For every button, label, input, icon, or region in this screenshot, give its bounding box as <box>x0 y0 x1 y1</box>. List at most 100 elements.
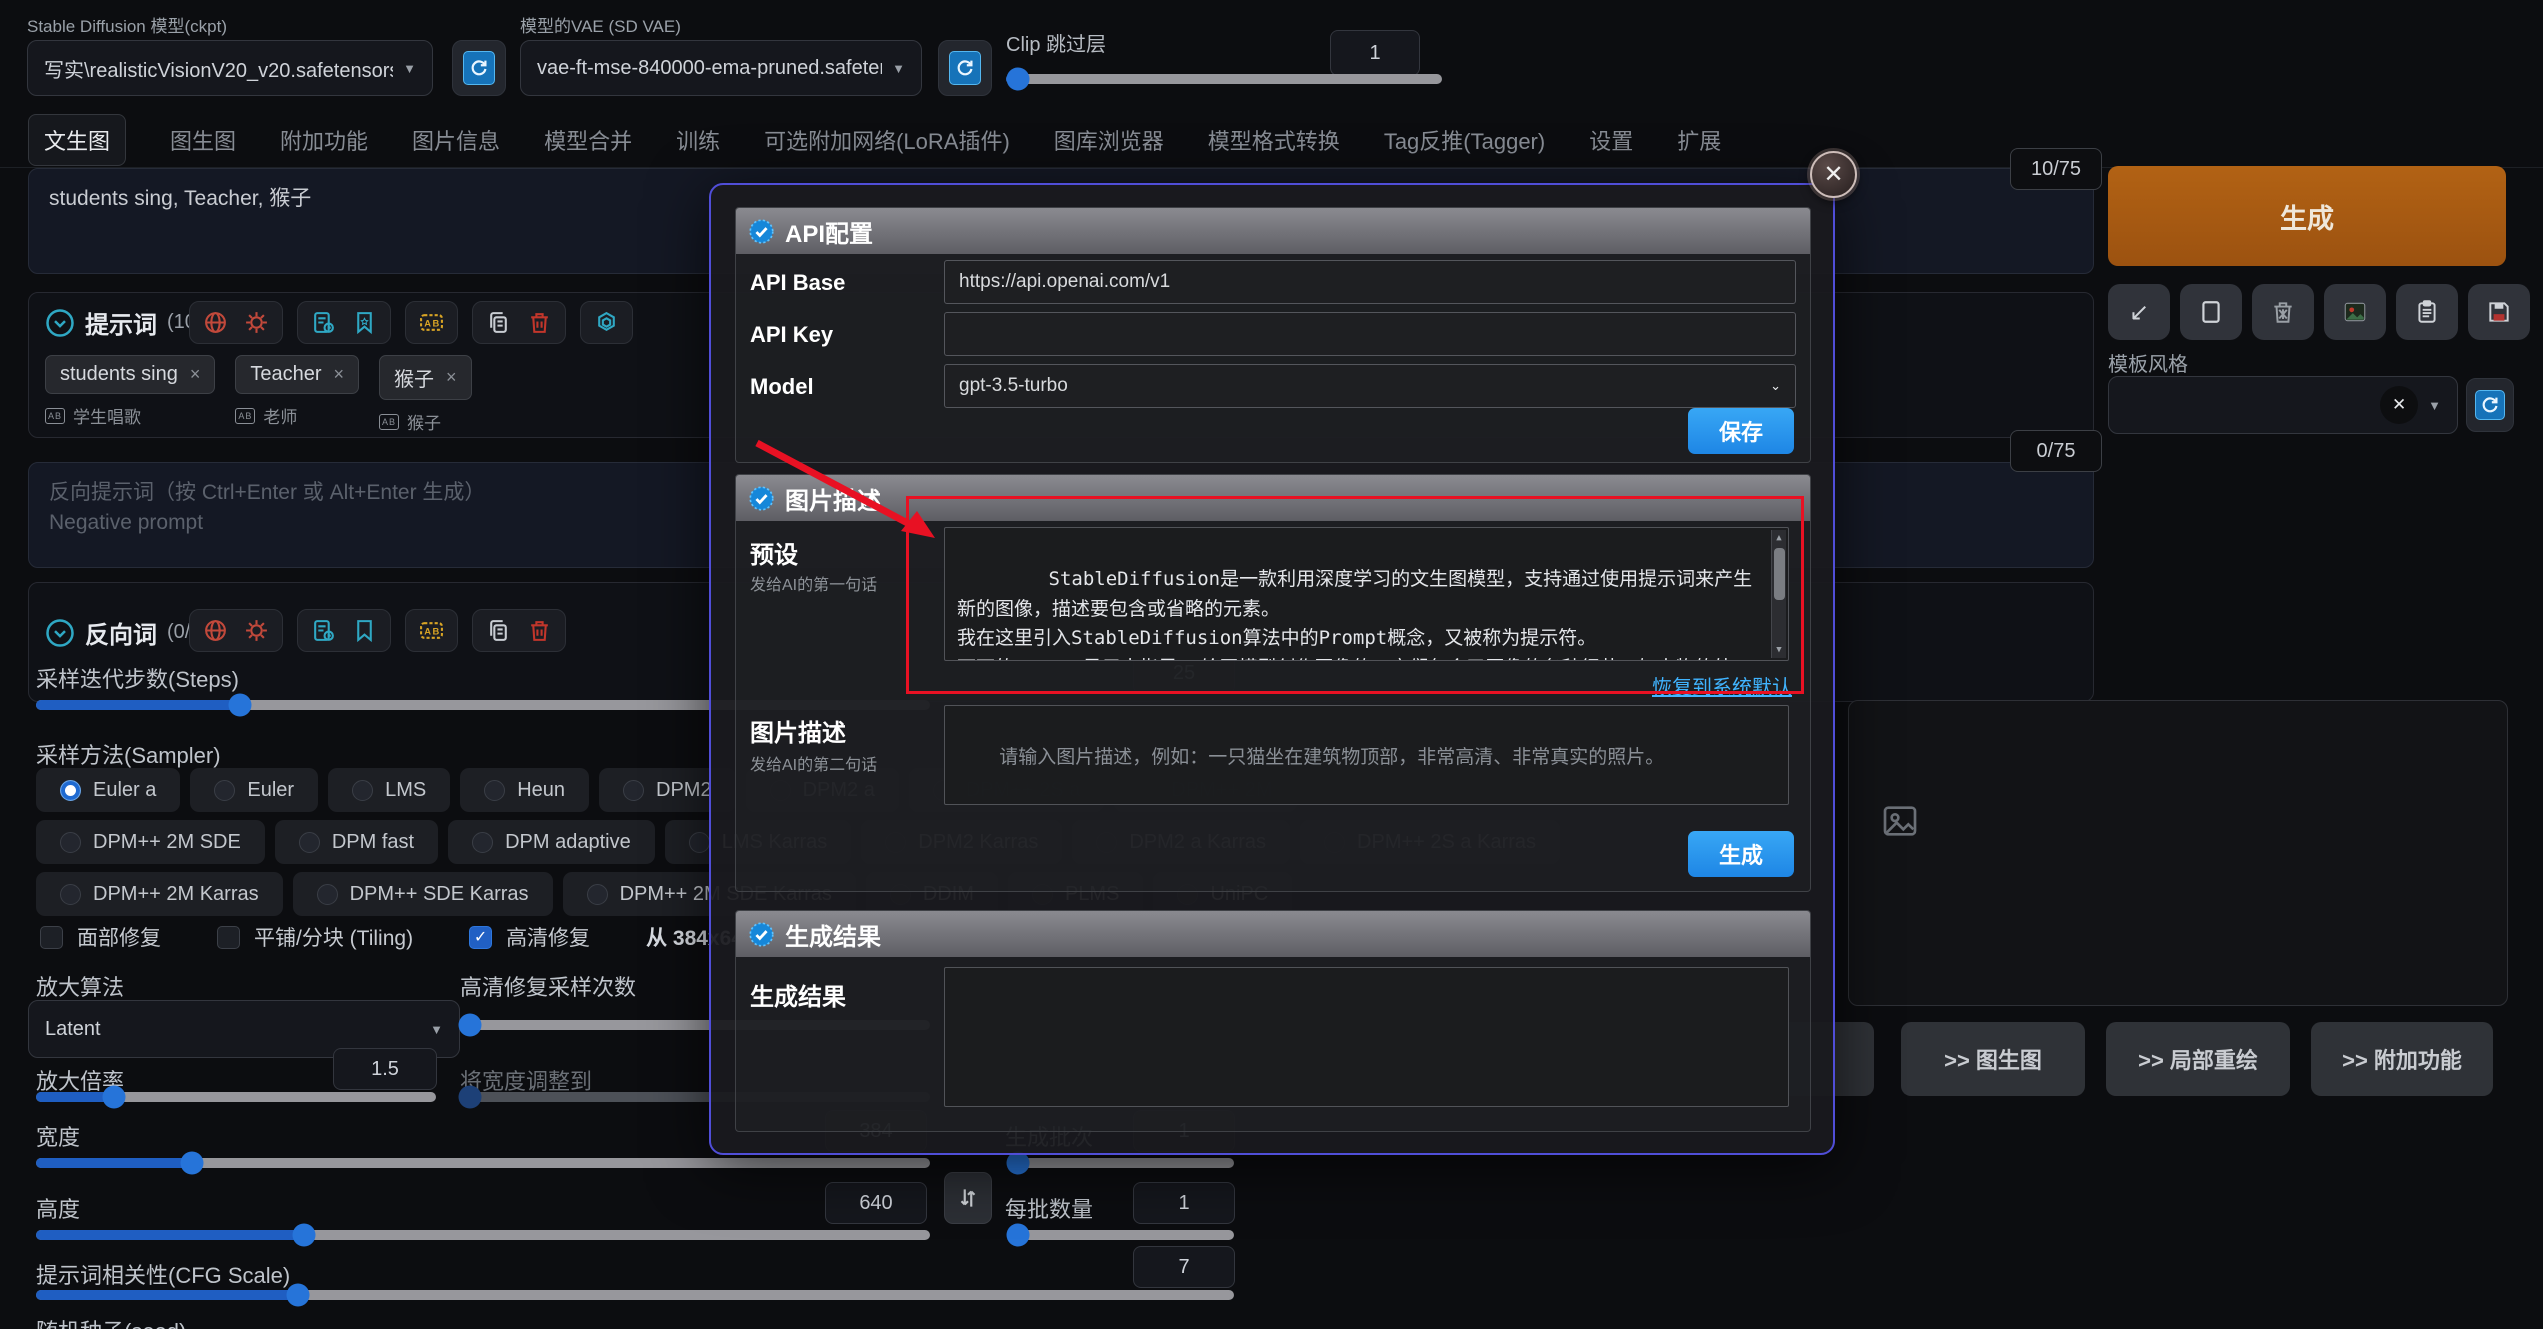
history-icon[interactable] <box>311 310 336 335</box>
style-template-select[interactable]: ✕ ▼ <box>2108 376 2458 434</box>
translate-all-icon[interactable] <box>203 310 228 335</box>
translate-settings-icon[interactable] <box>244 310 269 335</box>
upscale-by-slider[interactable] <box>36 1085 436 1109</box>
copy-icon[interactable] <box>486 310 511 335</box>
sampler-option[interactable]: DPM adaptive <box>448 820 655 864</box>
sampler-option-euler-a[interactable]: Euler a <box>36 768 181 812</box>
tab-image-browser[interactable]: 图库浏览器 <box>1054 124 1164 156</box>
sampler-option[interactable]: DPM++ 2M Karras <box>36 872 283 916</box>
arrow-down-left-button[interactable]: ↙ <box>2108 284 2170 340</box>
translate-settings-icon[interactable] <box>244 618 269 643</box>
openai-icon[interactable] <box>594 310 619 335</box>
close-dialog-button[interactable]: ✕ <box>1810 151 1857 198</box>
description-placeholder: 请输入图片描述，例如：一只猫坐在建筑物顶部，非常高清、非常真实的照片。 <box>999 747 1665 769</box>
paste-style-button[interactable] <box>2396 284 2458 340</box>
clear-prompt-button[interactable] <box>2180 284 2242 340</box>
tiling-option[interactable]: 平铺/分块 (Tiling) <box>217 922 413 952</box>
sampler-option[interactable]: DPM++ SDE Karras <box>292 872 553 916</box>
result-header[interactable]: 生成结果 <box>736 911 1810 957</box>
face-restore-option[interactable]: 面部修复 <box>40 922 161 952</box>
tag-text: Teacher <box>250 363 322 385</box>
sampler-option[interactable]: LMS <box>328 768 451 812</box>
api-config-header[interactable]: API配置 <box>736 208 1810 254</box>
clear-selection-icon[interactable]: ✕ <box>2380 386 2419 424</box>
translate-ab-icon[interactable]: AB <box>419 618 444 643</box>
clip-skip-slider[interactable] <box>1006 67 1442 91</box>
height-slider[interactable] <box>36 1223 930 1247</box>
tab-lora[interactable]: 可选附加网络(LoRA插件) <box>764 124 1010 156</box>
delete-all-icon[interactable] <box>527 310 552 335</box>
send-to-inpaint-button[interactable]: >> 局部重绘 <box>2106 1022 2290 1096</box>
tab-checkpoint-merger[interactable]: 模型合并 <box>544 124 632 156</box>
api-key-label: API Key <box>750 322 834 347</box>
cfg-slider[interactable] <box>36 1283 1234 1307</box>
remove-tag-icon[interactable]: × <box>190 364 201 385</box>
translate-all-icon[interactable] <box>203 618 228 643</box>
tab-model-converter[interactable]: 模型格式转换 <box>1208 124 1340 156</box>
image-description-header[interactable]: 图片描述 <box>736 475 1810 521</box>
preset-textarea[interactable]: StableDiffusion是一款利用深度学习的文生图模型，支持通过使用提示词… <box>944 527 1789 661</box>
favorites-icon[interactable] <box>352 618 377 643</box>
description-textarea[interactable]: 请输入图片描述，例如：一只猫坐在建筑物顶部，非常高清、非常真实的照片。 <box>944 705 1789 805</box>
chevron-down-icon: ▼ <box>892 60 905 76</box>
prompt-tag[interactable]: Teacher × <box>235 355 360 394</box>
upscale-by-value[interactable]: 1.5 <box>333 1048 437 1090</box>
trash-button[interactable] <box>2252 284 2314 340</box>
refresh-styles-button[interactable] <box>2466 378 2514 432</box>
copy-icon[interactable] <box>486 618 511 643</box>
refresh-vae-button[interactable] <box>938 40 992 96</box>
tab-txt2img[interactable]: 文生图 <box>28 114 127 166</box>
generate-description-button[interactable]: 生成 <box>1688 831 1794 877</box>
sampler-option[interactable]: Heun <box>460 768 590 812</box>
hires-fix-option[interactable]: ✓ 高清修复 <box>469 922 590 952</box>
translate-ab-icon[interactable]: AB <box>419 310 444 335</box>
translate-ab-icon: AB <box>235 407 256 424</box>
upscaler-value: Latent <box>45 1017 101 1040</box>
tab-img2img[interactable]: 图生图 <box>170 124 236 156</box>
history-icon[interactable] <box>311 618 336 643</box>
result-textarea[interactable] <box>944 967 1789 1107</box>
cfg-value[interactable]: 7 <box>1133 1246 1235 1288</box>
generate-button[interactable]: 生成 <box>2108 166 2506 266</box>
tab-tagger[interactable]: Tag反推(Tagger) <box>1384 124 1545 156</box>
model-checkpoint-select[interactable]: 写实\realisticVisionV20_v20.safetensors [c… <box>27 40 433 96</box>
swap-icon <box>960 1189 976 1207</box>
tab-train[interactable]: 训练 <box>676 124 720 156</box>
clip-skip-value[interactable]: 1 <box>1330 30 1420 76</box>
refresh-icon <box>463 51 495 85</box>
favorites-icon[interactable] <box>352 310 377 335</box>
prompt-tag[interactable]: 猴子 × <box>379 355 472 400</box>
remove-tag-icon[interactable]: × <box>446 367 457 388</box>
width-slider[interactable] <box>36 1151 930 1175</box>
batch-count-slider[interactable] <box>1006 1151 1234 1175</box>
restore-default-link[interactable]: 恢复到系统默认 <box>1652 671 1792 700</box>
api-model-select[interactable]: gpt-3.5-turbo ⌄ <box>944 364 1796 408</box>
prompt-tag[interactable]: students sing × <box>45 355 216 394</box>
chevron-down-icon: ▼ <box>430 1021 443 1037</box>
tab-extensions[interactable]: 扩展 <box>1677 124 1721 156</box>
send-to-img2img-button[interactable]: >> 图生图 <box>1901 1022 2085 1096</box>
extra-networks-button[interactable] <box>2324 284 2386 340</box>
seed-label: 随机种子(seed) <box>36 1314 186 1329</box>
tab-extras[interactable]: 附加功能 <box>280 124 368 156</box>
vae-select[interactable]: vae-ft-mse-840000-ema-pruned.safetensors… <box>520 40 922 96</box>
scrollbar[interactable]: ▲ ▼ <box>1771 530 1786 658</box>
sampler-option[interactable]: DPM++ 2M SDE <box>36 820 265 864</box>
swap-width-height-button[interactable] <box>944 1172 992 1224</box>
remove-tag-icon[interactable]: × <box>334 364 345 385</box>
api-base-input[interactable]: https://api.openai.com/v1 <box>944 260 1796 304</box>
refresh-checkpoint-button[interactable] <box>452 40 506 96</box>
save-api-button[interactable]: 保存 <box>1688 408 1794 454</box>
batch-size-value[interactable]: 1 <box>1133 1182 1235 1224</box>
tab-settings[interactable]: 设置 <box>1589 124 1633 156</box>
tab-png-info[interactable]: 图片信息 <box>412 124 500 156</box>
save-style-button[interactable] <box>2468 284 2530 340</box>
radio-icon <box>316 883 338 905</box>
api-key-input[interactable] <box>944 312 1796 356</box>
sampler-option[interactable]: DPM fast <box>274 820 439 864</box>
batch-size-slider[interactable] <box>1006 1223 1234 1247</box>
delete-all-icon[interactable] <box>527 618 552 643</box>
height-value[interactable]: 640 <box>825 1182 927 1224</box>
sampler-option[interactable]: Euler <box>190 768 319 812</box>
send-to-extras-button[interactable]: >> 附加功能 <box>2311 1022 2493 1096</box>
